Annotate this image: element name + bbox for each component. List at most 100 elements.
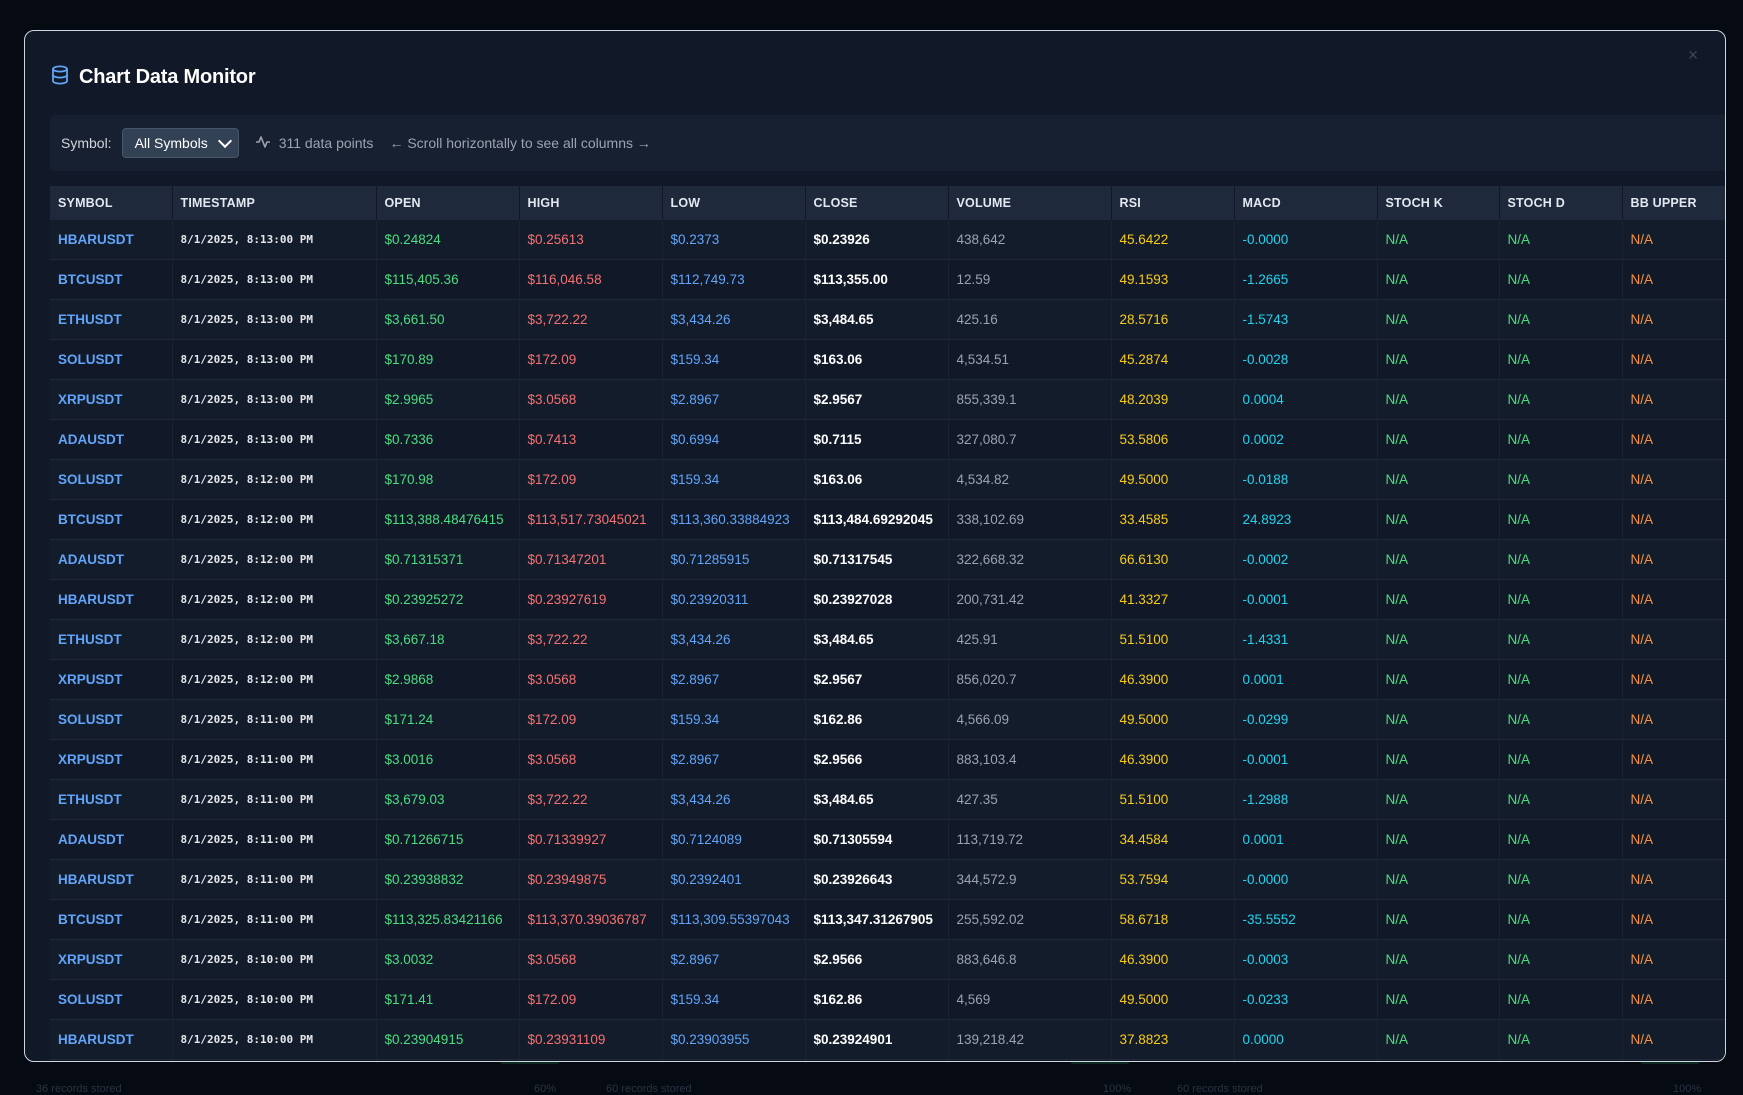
macd-cell: -35.5552 <box>1234 899 1378 940</box>
bb-upper-cell: N/A <box>1622 339 1725 380</box>
stoch-d-cell: N/A <box>1499 619 1623 660</box>
timestamp-cell: 8/1/2025, 8:13:00 PM <box>172 259 377 300</box>
column-header[interactable]: TIMESTAMP <box>172 186 377 220</box>
table-row[interactable]: BTCUSDT 8/1/2025, 8:13:00 PM $115,405.36 $1… <box>50 259 1725 300</box>
table-row[interactable]: SOLUSDT 8/1/2025, 8:12:00 PM $170.98 $172.0… <box>50 459 1725 500</box>
open-cell: $2.9868 <box>376 659 520 700</box>
low-cell: $0.6994 <box>662 419 806 460</box>
symbol-cell: HBARUSDT <box>50 220 173 260</box>
table-row[interactable]: XRPUSDT 8/1/2025, 8:11:00 PM $3.0016 $3.056… <box>50 739 1725 780</box>
table-row[interactable]: ETHUSDT 8/1/2025, 8:13:00 PM $3,661.50 $3,7… <box>50 299 1725 340</box>
stoch-d-cell: N/A <box>1499 1019 1623 1060</box>
table-row[interactable]: HBARUSDT 8/1/2025, 8:13:00 PM $0.24824 $0.2… <box>50 220 1725 260</box>
low-cell: $159.34 <box>662 979 806 1020</box>
close-button[interactable]: × <box>1681 43 1705 67</box>
table-row[interactable]: BTCUSDT 8/1/2025, 8:12:00 PM $113,388.4847… <box>50 499 1725 540</box>
rsi-cell: 46.3900 <box>1111 739 1235 780</box>
table-row[interactable]: XRPUSDT 8/1/2025, 8:12:00 PM $2.9868 $3.056… <box>50 659 1725 700</box>
column-header[interactable]: STOCH K <box>1377 186 1500 220</box>
macd-cell: -0.0233 <box>1234 979 1378 1020</box>
rsi-cell: 34.4584 <box>1111 819 1235 860</box>
volume-cell: 4,534.82 <box>948 459 1112 500</box>
timestamp-cell: 8/1/2025, 8:10:00 PM <box>172 979 377 1020</box>
rsi-cell: 51.5100 <box>1111 1059 1235 1061</box>
stoch-d-cell: N/A <box>1499 539 1623 580</box>
table-row[interactable]: HBARUSDT 8/1/2025, 8:12:00 PM $0.23925272 $… <box>50 579 1725 620</box>
macd-cell: 0.0001 <box>1234 659 1378 700</box>
macd-cell: -1.5743 <box>1234 299 1378 340</box>
low-cell: $159.34 <box>662 339 806 380</box>
low-cell: $3,434.26 <box>662 779 806 820</box>
macd-cell: -0.0002 <box>1234 539 1378 580</box>
open-cell: $0.23925272 <box>376 579 520 620</box>
close-cell: $2.9567 <box>805 659 949 700</box>
stoch-d-cell: N/A <box>1499 339 1623 380</box>
bb-upper-cell: N/A <box>1622 819 1725 860</box>
close-cell: $0.23926 <box>805 220 949 260</box>
bb-upper-cell: N/A <box>1622 299 1725 340</box>
low-cell: $113,360.33884923 <box>662 499 806 540</box>
column-header[interactable]: SYMBOL <box>50 186 173 220</box>
table-row[interactable]: ADAUSDT 8/1/2025, 8:13:00 PM $0.7336 $0.741… <box>50 419 1725 460</box>
stoch-k-cell: N/A <box>1377 379 1500 420</box>
volume-cell: 344,572.9 <box>948 859 1112 900</box>
stoch-d-cell: N/A <box>1499 379 1623 420</box>
table-row[interactable]: HBARUSDT 8/1/2025, 8:10:00 PM $0.23904915 $… <box>50 1019 1725 1060</box>
table-row[interactable]: ADAUSDT 8/1/2025, 8:11:00 PM $0.71266715 $0… <box>50 819 1725 860</box>
timestamp-cell: 8/1/2025, 8:11:00 PM <box>172 779 377 820</box>
open-cell: $0.24824 <box>376 220 520 260</box>
column-header[interactable]: BB UPPER <box>1622 186 1725 220</box>
column-header[interactable]: OPEN <box>376 186 520 220</box>
column-header[interactable]: RSI <box>1111 186 1235 220</box>
rsi-cell: 51.5100 <box>1111 619 1235 660</box>
stoch-k-cell: N/A <box>1377 939 1500 980</box>
symbol-select[interactable]: All Symbols <box>121 128 239 158</box>
column-header[interactable]: STOCH D <box>1499 186 1623 220</box>
column-header[interactable]: HIGH <box>519 186 663 220</box>
table-row[interactable]: ETHUSDT8/1/2025, 8:10:00 PM$3,684.81$3,7… <box>50 1059 1725 1061</box>
volume-cell: 855,339.1 <box>948 379 1112 420</box>
rsi-cell: 45.6422 <box>1111 220 1235 260</box>
close-cell: $0.23926643 <box>805 859 949 900</box>
column-header[interactable]: VOLUME <box>948 186 1112 220</box>
high-cell: $3,722.22 <box>519 779 663 820</box>
column-header[interactable]: CLOSE <box>805 186 949 220</box>
open-cell: $171.24 <box>376 699 520 740</box>
close-cell: $3,484.65 <box>805 1059 949 1061</box>
bb-upper-cell: N/A <box>1622 859 1725 900</box>
open-cell: $170.98 <box>376 459 520 500</box>
low-cell: $159.34 <box>662 699 806 740</box>
table-row[interactable]: XRPUSDT 8/1/2025, 8:10:00 PM $3.0032 $3.056… <box>50 939 1725 980</box>
bb-upper-cell: N/A <box>1622 220 1725 260</box>
table-row[interactable]: BTCUSDT 8/1/2025, 8:11:00 PM $113,325.8342… <box>50 899 1725 940</box>
table-row[interactable]: ADAUSDT 8/1/2025, 8:12:00 PM $0.71315371 $0… <box>50 539 1725 580</box>
data-table-scroll-area[interactable]: SYMBOL TIMESTAMP OPEN HIGH LOW CLOSE VOLUME RSI… <box>50 186 1725 1061</box>
low-cell: $2.8967 <box>662 939 806 980</box>
rsi-cell: 48.2039 <box>1111 379 1235 420</box>
column-header[interactable]: LOW <box>662 186 806 220</box>
close-cell: $3,484.65 <box>805 779 949 820</box>
close-cell: $3,484.65 <box>805 299 949 340</box>
table-row[interactable]: SOLUSDT 8/1/2025, 8:11:00 PM $171.24 $172.0… <box>50 699 1725 740</box>
timestamp-cell: 8/1/2025, 8:10:00 PM <box>172 1059 377 1061</box>
table-row[interactable]: ETHUSDT 8/1/2025, 8:11:00 PM $3,679.03 $3,7… <box>50 779 1725 820</box>
bb-upper-cell: N/A <box>1622 659 1725 700</box>
table-row[interactable]: SOLUSDT 8/1/2025, 8:10:00 PM $171.41 $172.0… <box>50 979 1725 1020</box>
background-records-stat: 36 records stored <box>36 1083 122 1095</box>
table-row[interactable]: SOLUSDT 8/1/2025, 8:13:00 PM $170.89 $172.0… <box>50 339 1725 380</box>
macd-cell: 0.0004 <box>1234 379 1378 420</box>
table-row[interactable]: HBARUSDT 8/1/2025, 8:11:00 PM $0.23938832 $… <box>50 859 1725 900</box>
stoch-k-cell: N/A <box>1377 899 1500 940</box>
symbol-cell: SOLUSDT <box>50 979 173 1020</box>
rsi-cell: 49.5000 <box>1111 699 1235 740</box>
open-cell: $0.71315371 <box>376 539 520 580</box>
high-cell: $3.0568 <box>519 379 663 420</box>
bb-upper-cell: N/A <box>1622 779 1725 820</box>
column-header[interactable]: MACD <box>1234 186 1378 220</box>
table-row[interactable]: XRPUSDT 8/1/2025, 8:13:00 PM $2.9965 $3.056… <box>50 379 1725 420</box>
high-cell: $0.23949875 <box>519 859 663 900</box>
stoch-d-cell: N/A <box>1499 1059 1623 1061</box>
table-row[interactable]: ETHUSDT 8/1/2025, 8:12:00 PM $3,667.18 $3,7… <box>50 619 1725 660</box>
rsi-cell: 33.4585 <box>1111 499 1235 540</box>
stoch-k-cell: N/A <box>1377 499 1500 540</box>
